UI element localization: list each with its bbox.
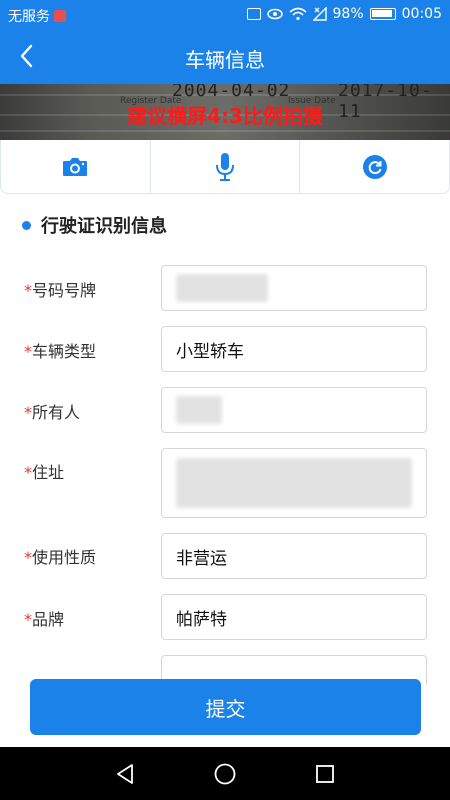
camera-button[interactable] [1,140,151,193]
redacted-value [176,458,412,508]
clock: 00:05 [401,6,442,22]
label-text: 车辆类型 [32,342,97,361]
eye-comfort-icon [266,8,283,20]
address-field[interactable] [161,448,427,518]
label-text: 使用性质 [32,548,97,567]
battery-icon [369,8,396,20]
required-mark: * [24,403,32,422]
required-mark: * [24,610,32,629]
required-mark: * [24,548,32,567]
nav-recents-icon[interactable] [313,762,337,786]
system-nav-bar [0,747,450,800]
vehicle-type-label: *车辆类型 [24,338,96,362]
section-title: 行驶证识别信息 [41,216,167,237]
address-label: *住址 [24,459,64,483]
nav-home-icon[interactable] [213,762,237,786]
vehicle-type-value: 小型轿车 [176,341,244,362]
redacted-value [176,274,268,302]
nav-back-icon[interactable] [113,762,137,786]
redacted-value [176,396,222,424]
capture-toolbar [0,140,450,194]
status-right: 98% 00:05 [246,6,442,22]
label-text: 品牌 [32,610,65,629]
label-text: 住址 [32,463,65,482]
plate-number-label: *号码号牌 [24,277,96,301]
usage-nature-field[interactable]: 非营运 [161,533,427,579]
brand-label: *品牌 [24,606,64,630]
refresh-icon [362,154,387,179]
no-signal-icon [312,7,327,21]
label-text: 所有人 [32,403,81,422]
brand-field[interactable]: 帕萨特 [161,594,427,640]
vibrate-icon [246,8,261,20]
owner-label: *所有人 [24,399,80,423]
preview-texture [0,130,450,132]
section-bullet-icon [22,220,31,230]
brand-value: 帕萨特 [176,609,227,630]
usage-nature-value: 非营运 [176,548,227,569]
camera-icon [63,157,88,176]
status-left: 无服务 [8,6,66,26]
voice-input-button[interactable] [151,140,301,193]
label-text: 号码号牌 [32,281,97,300]
carrier-text: 无服务 [8,9,50,25]
battery-percent: 98% [332,6,364,22]
page-title: 车辆信息 [185,48,265,72]
submit-button[interactable]: 提交 [30,679,421,735]
orientation-hint: 建议横屏4:3比例拍摄 [127,104,323,128]
camera-preview: Register Date 2004-04-02 Issue Date 2017… [0,84,450,140]
section-header: 行驶证识别信息 [22,212,167,238]
vehicle-type-field[interactable]: 小型轿车 [161,326,427,372]
status-bar: 无服务 98% 00:05 [0,0,450,30]
required-mark: * [24,463,32,482]
usage-nature-label: *使用性质 [24,544,96,568]
plate-number-field[interactable] [161,265,427,311]
required-mark: * [24,342,32,361]
refresh-button[interactable] [300,140,449,193]
required-mark: * [24,281,32,300]
sim-alert-icon [54,10,66,22]
register-date: 2004-04-02 [172,84,291,101]
app-bar: 车辆信息 [0,30,450,84]
wifi-icon [288,7,307,21]
owner-field[interactable] [161,387,427,433]
microphone-icon [216,152,234,181]
